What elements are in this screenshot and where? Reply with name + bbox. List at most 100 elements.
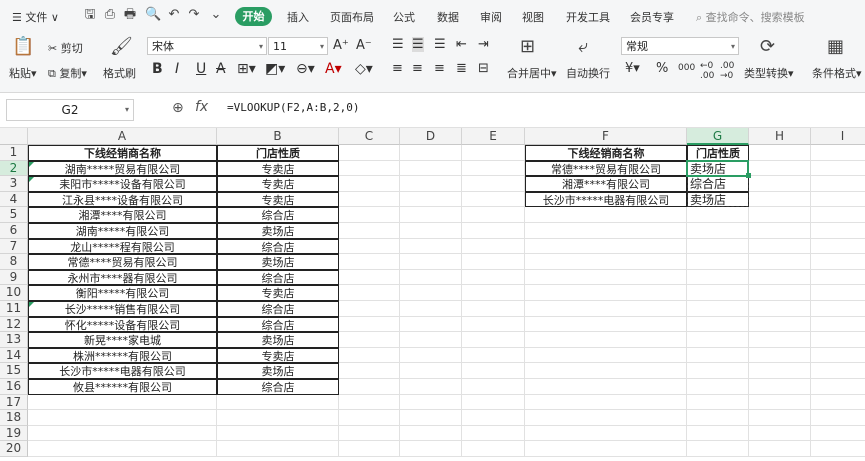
dealer-name-cell[interactable]: 衡阳*****有限公司: [28, 285, 217, 301]
strikethrough-icon[interactable]: A: [216, 61, 226, 77]
cell[interactable]: [749, 223, 811, 239]
cell[interactable]: [28, 410, 217, 426]
print-preview-icon[interactable]: 🔍: [145, 7, 161, 23]
cell[interactable]: [687, 410, 749, 426]
cell[interactable]: [339, 316, 400, 333]
zoom-icon[interactable]: ⊕: [172, 100, 184, 116]
fill-handle[interactable]: [746, 173, 751, 179]
cell[interactable]: [400, 145, 462, 161]
cell[interactable]: [400, 441, 462, 457]
row-header-10[interactable]: 10: [0, 285, 28, 301]
cell[interactable]: [462, 285, 525, 301]
cell[interactable]: [525, 394, 687, 411]
cell[interactable]: [687, 363, 749, 379]
cell[interactable]: [811, 161, 865, 177]
cell[interactable]: [217, 441, 339, 457]
cell[interactable]: [462, 410, 525, 426]
cell[interactable]: [525, 223, 687, 239]
row-header-13[interactable]: 13: [0, 332, 28, 348]
font-size-select[interactable]: 11 ▾: [268, 37, 328, 55]
font-color-icon[interactable]: ⊖▾: [296, 61, 315, 77]
cell[interactable]: [28, 394, 217, 411]
tab-developer[interactable]: 开发工具: [566, 9, 610, 25]
paste-icon[interactable]: 📋: [12, 36, 34, 57]
cell[interactable]: [811, 301, 865, 317]
cell[interactable]: [525, 332, 687, 348]
tab-insert[interactable]: 插入: [287, 9, 309, 25]
currency-icon[interactable]: ¥▾: [625, 61, 640, 76]
cell[interactable]: [811, 363, 865, 379]
cell[interactable]: [400, 238, 462, 255]
column-header-g[interactable]: G: [687, 128, 749, 145]
cell[interactable]: [339, 269, 400, 286]
store-type-cell[interactable]: 综合店: [217, 238, 339, 255]
lookup-dealer-name-cell[interactable]: 湘潭****有限公司: [525, 176, 687, 192]
fx-icon[interactable]: fx: [195, 99, 208, 115]
tab-start[interactable]: 开始: [235, 7, 272, 26]
lookup-result-cell[interactable]: 卖场店: [687, 191, 749, 208]
conditional-format-button[interactable]: 条件格式▾: [812, 65, 862, 81]
indent-increase-icon[interactable]: ⇥: [478, 37, 489, 52]
export-pdf-icon[interactable]: ⎙: [102, 7, 118, 23]
dealer-name-cell[interactable]: 江永县****设备有限公司: [28, 191, 217, 208]
cell[interactable]: [749, 316, 811, 333]
paste-button[interactable]: 粘贴▾: [9, 65, 37, 81]
command-search[interactable]: ⌕ 查找命令、搜索模板: [696, 9, 805, 25]
dealer-name-cell[interactable]: 长沙*****销售有限公司: [28, 301, 217, 317]
align-middle-icon[interactable]: ☰: [412, 37, 424, 52]
tab-review[interactable]: 审阅: [480, 9, 502, 25]
cell[interactable]: [749, 363, 811, 379]
store-type-cell[interactable]: 综合店: [217, 269, 339, 286]
cell[interactable]: [811, 285, 865, 301]
cell[interactable]: [400, 176, 462, 192]
cell[interactable]: [400, 347, 462, 364]
formula-input[interactable]: =VLOOKUP(F2,A:B,2,0): [227, 101, 359, 114]
row-header-8[interactable]: 8: [0, 254, 28, 270]
align-bottom-icon[interactable]: ☰: [434, 37, 446, 52]
cell[interactable]: [462, 160, 525, 177]
tab-page-layout[interactable]: 页面布局: [330, 9, 374, 25]
cell[interactable]: [339, 223, 400, 239]
select-all-corner[interactable]: [0, 128, 28, 145]
cell[interactable]: [525, 316, 687, 333]
align-center-icon[interactable]: ≡: [412, 61, 423, 76]
cell[interactable]: [687, 347, 749, 364]
dealer-name-cell[interactable]: 新晃****家电城: [28, 332, 217, 348]
cell[interactable]: [749, 394, 811, 411]
cell[interactable]: [339, 191, 400, 208]
column-header-f[interactable]: F: [525, 128, 687, 145]
dealer-name-cell[interactable]: 怀化*****设备有限公司: [28, 316, 217, 333]
cell[interactable]: [749, 425, 811, 442]
fill-color-icon[interactable]: ◩▾: [265, 61, 285, 77]
cell[interactable]: [749, 207, 811, 223]
cell[interactable]: [339, 410, 400, 426]
cell[interactable]: [400, 160, 462, 177]
cell[interactable]: [811, 207, 865, 223]
undo-icon[interactable]: ↶: [166, 7, 182, 23]
dealer-name-cell[interactable]: 湘潭****有限公司: [28, 207, 217, 223]
cell[interactable]: [217, 410, 339, 426]
font-name-select[interactable]: 宋体 ▾: [147, 37, 267, 55]
merge-center-button[interactable]: 合并居中▾: [507, 65, 557, 81]
cell[interactable]: [400, 410, 462, 426]
cell[interactable]: [400, 285, 462, 301]
cell[interactable]: [339, 425, 400, 442]
cell[interactable]: [749, 238, 811, 255]
tab-data[interactable]: 数据: [437, 9, 459, 25]
cell[interactable]: [687, 269, 749, 286]
underline-icon[interactable]: U: [196, 61, 206, 77]
cell[interactable]: [811, 379, 865, 395]
name-box[interactable]: G2 ▾: [6, 99, 134, 121]
align-top-icon[interactable]: ☰: [392, 37, 404, 52]
column-header-a[interactable]: A: [28, 128, 217, 145]
cell[interactable]: [749, 332, 811, 348]
cell[interactable]: [462, 254, 525, 270]
row-header-1[interactable]: 1: [0, 145, 28, 161]
cell[interactable]: [687, 301, 749, 317]
cell[interactable]: [400, 394, 462, 411]
cell[interactable]: [462, 301, 525, 317]
cell[interactable]: [749, 379, 811, 395]
cell[interactable]: [811, 223, 865, 239]
wrap-text-button[interactable]: 自动换行: [566, 65, 610, 81]
row-header-12[interactable]: 12: [0, 316, 28, 333]
